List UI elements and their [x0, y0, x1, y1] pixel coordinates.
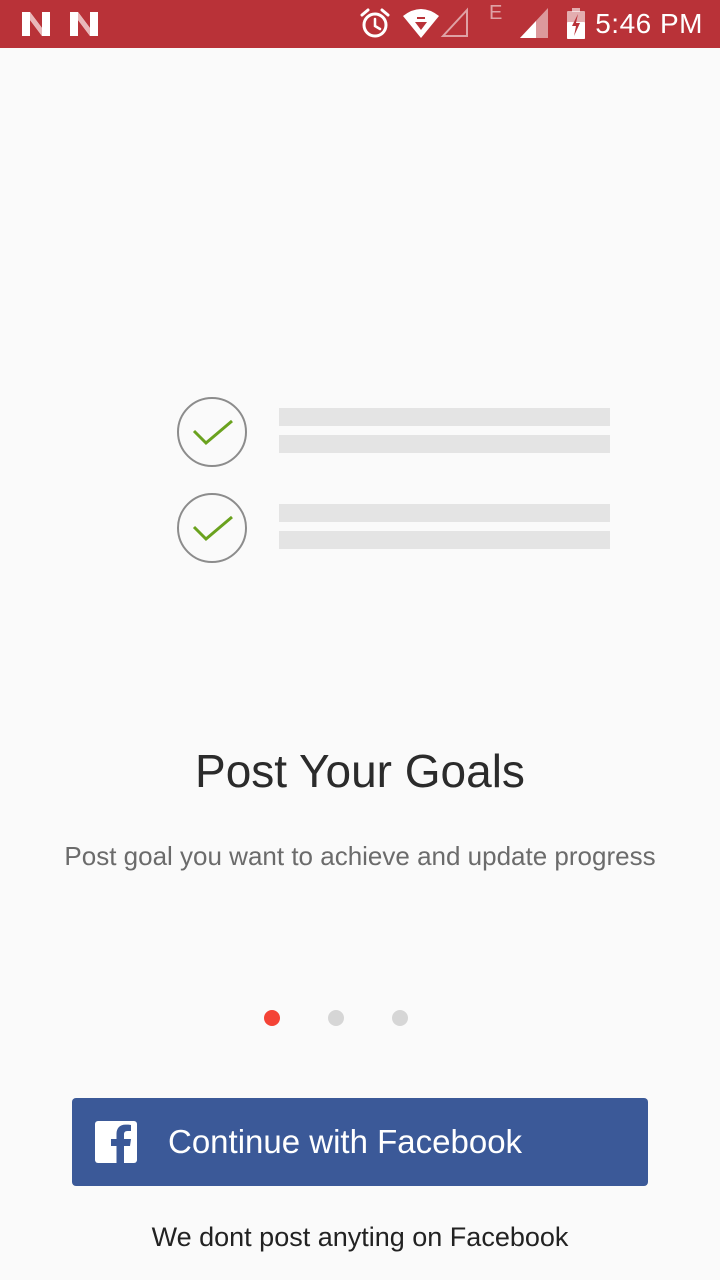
page-dot-2[interactable] [328, 1010, 344, 1026]
page-title: Post Your Goals [195, 745, 525, 797]
signal-icon [518, 0, 550, 48]
continue-with-facebook-button[interactable]: Continue with Facebook [72, 1098, 648, 1186]
facebook-button-label: Continue with Facebook [168, 1123, 523, 1160]
check-icon [192, 515, 233, 542]
page-dot-1[interactable] [264, 1010, 280, 1026]
facebook-icon [95, 1121, 137, 1163]
battery-charging-icon [564, 0, 588, 48]
placeholder-line [279, 408, 610, 426]
check-icon [192, 419, 233, 446]
page-dot-3[interactable] [392, 1010, 408, 1026]
footer-note: We dont post anyting on Facebook [151, 1222, 569, 1252]
placeholder-line [279, 435, 610, 453]
placeholder-line [279, 504, 610, 522]
status-time: 5:46 PM [595, 8, 703, 39]
network-type-label: E [489, 2, 503, 24]
status-bar: E 5:46 PM [0, 0, 720, 48]
check-circle [177, 493, 247, 563]
alarm-icon [358, 0, 392, 48]
n-notification-icon [68, 10, 100, 43]
signal-empty-icon [440, 0, 470, 48]
wifi-icon [402, 0, 440, 48]
placeholder-line [279, 531, 610, 549]
page-subtitle: Post goal you want to achieve and update… [64, 841, 656, 871]
check-circle [177, 397, 247, 467]
n-notification-icon [20, 10, 52, 43]
